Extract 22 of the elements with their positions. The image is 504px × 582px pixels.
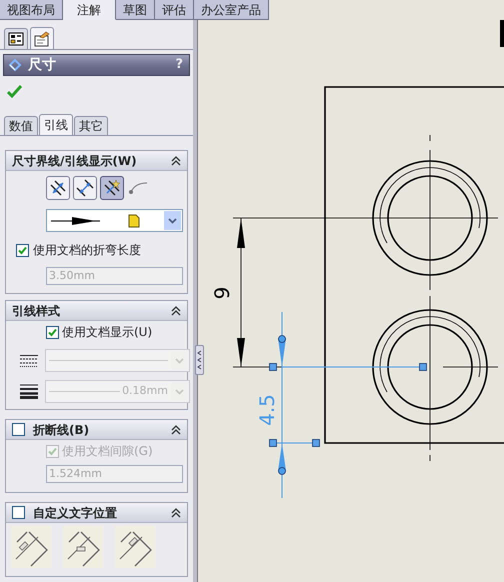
command-tab[interactable]: 注解	[63, 0, 116, 20]
command-tab[interactable]: 草图	[116, 0, 155, 20]
group-header[interactable]: 引线样式	[6, 301, 187, 321]
group-header[interactable]: 折断线(B)	[6, 420, 187, 440]
checkbox-label: 使用文档间隙(G)	[62, 443, 153, 460]
dimension-text[interactable]: 9	[210, 286, 234, 300]
checkbox-label: 使用文档的折弯长度	[33, 242, 141, 259]
group-title: 尺寸界线/引线显示(W)	[12, 152, 138, 170]
group-header[interactable]: 自定义文字位置	[6, 503, 187, 523]
sub-tab[interactable]: 引线	[39, 114, 73, 135]
property-title: 尺寸	[28, 56, 57, 74]
group-title: 折断线(B)	[33, 422, 90, 438]
group-title: 引线样式	[12, 302, 61, 320]
command-tab[interactable]: 评估	[155, 0, 194, 20]
group-header[interactable]: 尺寸界线/引线显示(W)	[6, 151, 187, 171]
group-title: 自定义文字位置	[33, 504, 118, 522]
checkbox-label: 使用文档显示(U)	[62, 324, 152, 341]
command-tab[interactable]: 视图布局	[0, 0, 63, 20]
line-weight-value: 0.18mm	[122, 383, 168, 400]
sub-tab[interactable]: 数值	[4, 116, 38, 135]
command-tab[interactable]: 办公室产品	[194, 0, 269, 20]
sub-tab[interactable]: 其它	[74, 116, 108, 135]
